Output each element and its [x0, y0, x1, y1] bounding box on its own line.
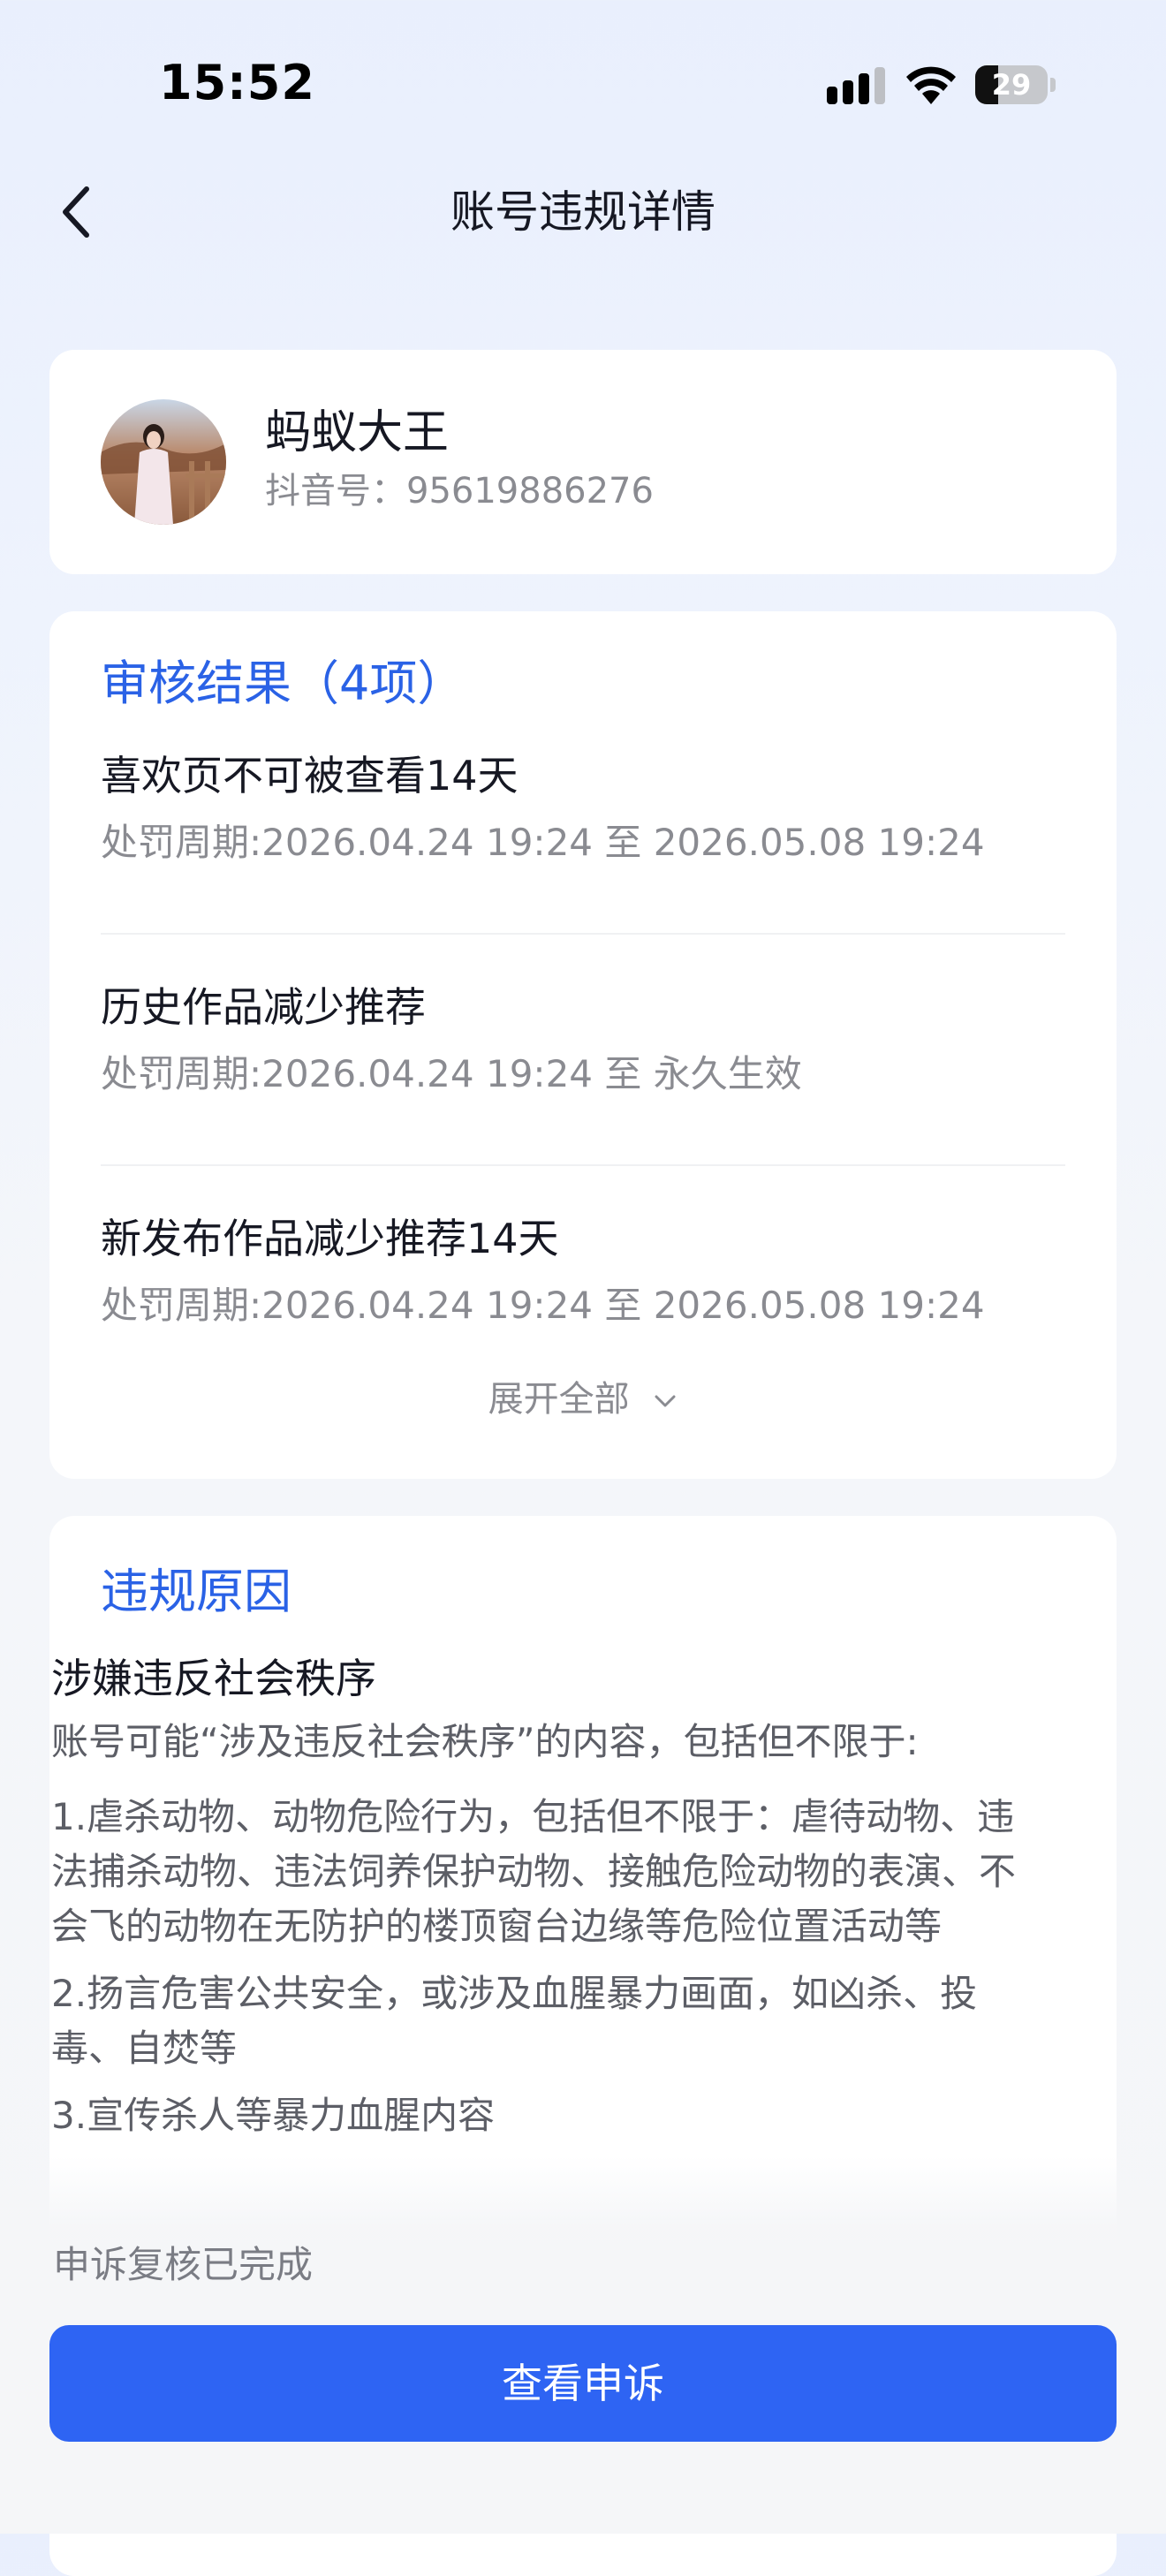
back-button[interactable]	[53, 177, 106, 247]
reason-list-item: 3.宣传杀人等暴力血腥内容	[51, 2094, 496, 2137]
penalty-item: 历史作品减少推荐 处罚周期:2026.04.24 19:24 至 永久生效	[101, 981, 1065, 1099]
penalty-period: 处罚周期:2026.04.24 19:24 至 永久生效	[101, 1052, 802, 1095]
divider	[101, 933, 1065, 935]
penalty-name: 喜欢页不可被查看14天	[101, 752, 519, 799]
status-bar: 15:52 29	[0, 0, 1166, 168]
appeal-status-text: 申诉复核已完成	[53, 2243, 314, 2286]
wifi-icon	[906, 66, 956, 104]
expand-all-button[interactable]: 展开全部	[49, 1376, 1117, 1422]
penalty-item: 喜欢页不可被查看14天 处罚周期:2026.04.24 19:24 至 2026…	[101, 749, 1065, 868]
penalty-period: 处罚周期:2026.04.24 19:24 至 2026.05.08 19:24	[101, 1284, 985, 1327]
page-title: 账号违规详情	[450, 186, 716, 238]
profile-id: 抖音号：95619886276	[265, 471, 654, 511]
divider	[101, 1164, 1065, 1166]
avatar[interactable]	[101, 399, 226, 525]
reason-list-item: 2.扬言危害公共安全，或涉及血腥暴力画面，如凶杀、投毒、自焚等	[51, 1972, 978, 2070]
penalty-item: 新发布作品减少推荐14天 处罚周期:2026.04.24 19:24 至 202…	[101, 1212, 1065, 1330]
reason-list-item: 1.虐杀动物、动物危险行为，包括但不限于：虐待动物、违法捕杀动物、违法饲养保护动…	[51, 1795, 1017, 1948]
profile-card: 蚂蚁大王 抖音号：95619886276	[49, 350, 1117, 574]
chevron-left-icon	[63, 186, 89, 238]
profile-name: 蚂蚁大王	[265, 406, 450, 459]
status-time: 15:52	[159, 55, 315, 110]
reason-description: 账号可能“涉及违反社会秩序”的内容，包括但不限于:	[51, 1720, 919, 1763]
view-appeal-button[interactable]: 查看申诉	[49, 2325, 1117, 2442]
expand-all-label: 展开全部	[488, 1379, 630, 1420]
review-result-card: 审核结果（4项） 喜欢页不可被查看14天 处罚周期:2026.04.24 19:…	[49, 611, 1117, 1479]
signal-icon	[827, 67, 885, 104]
battery-icon: 29	[975, 65, 1056, 104]
battery-level: 29	[991, 68, 1032, 102]
penalty-period: 处罚周期:2026.04.24 19:24 至 2026.05.08 19:24	[101, 821, 985, 864]
reason-title: 涉嫌违反社会秩序	[51, 1655, 376, 1702]
penalty-name: 历史作品减少推荐	[101, 983, 426, 1031]
review-result-title: 审核结果（4项）	[101, 655, 466, 711]
penalty-name: 新发布作品减少推荐14天	[101, 1215, 559, 1262]
chevron-down-icon	[655, 1395, 676, 1407]
violation-reason-title: 违规原因	[101, 1564, 292, 1619]
reason-list: 1.虐杀动物、动物危险行为，包括但不限于：虐待动物、违法捕杀动物、违法饲养保护动…	[51, 1790, 1016, 2156]
